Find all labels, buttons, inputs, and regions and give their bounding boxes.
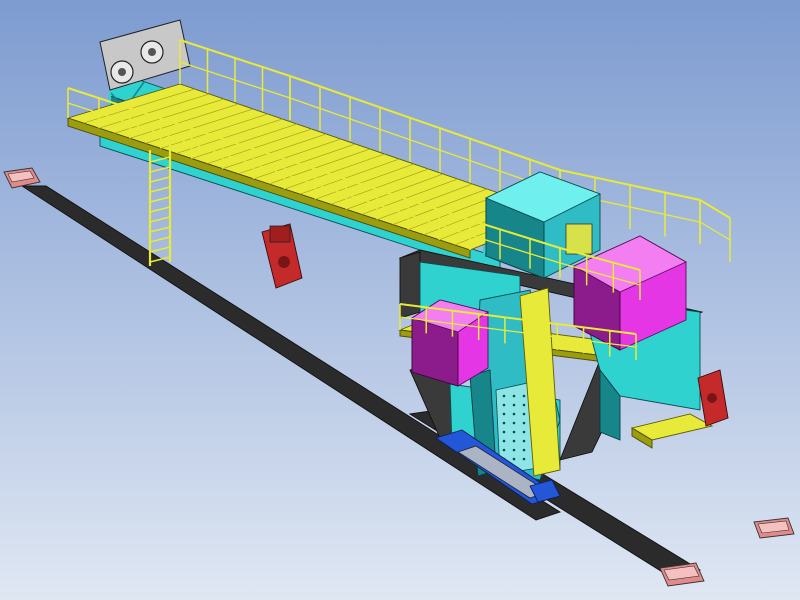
chute-bolt: [522, 421, 526, 425]
chute-bolt: [502, 439, 506, 443]
chute-bolt: [522, 394, 526, 398]
chute-bolt: [512, 403, 516, 407]
chute-bolt: [502, 448, 506, 452]
chute-bolt: [522, 412, 526, 416]
chute-bolt: [512, 430, 516, 434]
chute-bolt: [512, 448, 516, 452]
chute-bolt: [502, 403, 506, 407]
rail-end-stop-mid: [753, 517, 795, 539]
chute-bolt: [502, 412, 506, 416]
chute-bolt: [502, 430, 506, 434]
chute-bolt: [512, 457, 516, 461]
chute-bolt: [512, 439, 516, 443]
chute-bolt: [512, 412, 516, 416]
gantry-conveyor-render: [0, 0, 800, 600]
cad-viewport: [0, 0, 800, 600]
chute-bolt: [502, 394, 506, 398]
chute-bolt: [512, 394, 516, 398]
chute-bolt: [522, 448, 526, 452]
chute-bolt: [522, 457, 526, 461]
chute-bolt: [522, 430, 526, 434]
chute-bolt: [512, 421, 516, 425]
chute-bolt: [522, 439, 526, 443]
chute-bolt: [502, 421, 506, 425]
chute-bolt: [522, 403, 526, 407]
